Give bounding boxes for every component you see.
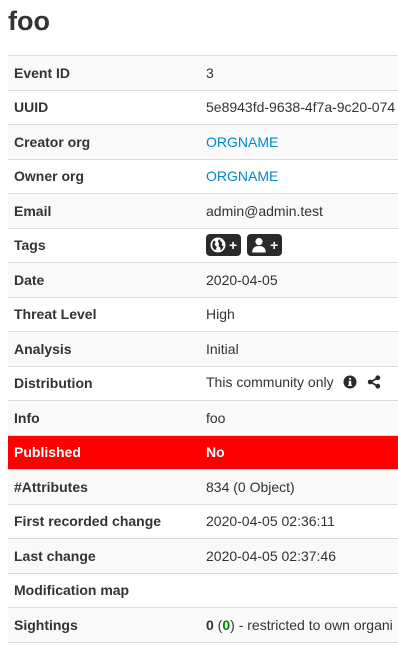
table-row-owner-org: Owner org ORGNAME	[8, 158, 398, 194]
distribution-value: This community only	[206, 374, 334, 391]
threat-level-value: High	[200, 296, 398, 332]
info-circle-icon	[343, 375, 357, 389]
attributes-value: 834 (0 Object)	[200, 469, 398, 504]
row-label: UUID	[8, 89, 200, 125]
sightings-cell: 0 (0) - restricted to own organi	[200, 607, 398, 643]
table-row-analysis: Analysis Initial	[8, 331, 398, 366]
table-row-last-change: Last change 2020-04-05 02:37:46	[8, 538, 398, 573]
creator-org-cell: ORGNAME	[200, 124, 398, 159]
row-label: Info	[8, 400, 200, 435]
row-label: First recorded change	[8, 503, 200, 539]
table-row-sightings: Sightings 0 (0) - restricted to own orga…	[8, 607, 398, 643]
user-icon	[252, 238, 266, 253]
table-row-info: Info foo	[8, 400, 398, 435]
sightings-positive-count: 0	[222, 616, 231, 633]
creator-org-link[interactable]: ORGNAME	[206, 134, 278, 150]
row-label: Published	[8, 434, 200, 470]
row-label: Modification map	[8, 572, 200, 608]
distribution-info-button[interactable]	[343, 375, 357, 392]
row-label: Event ID	[8, 55, 200, 90]
date-value: 2020-04-05	[200, 262, 398, 297]
table-row-published: Published No	[8, 434, 398, 470]
distribution-cell: This community only	[200, 365, 398, 401]
row-label: Last change	[8, 538, 200, 573]
row-label: Tags	[8, 227, 200, 263]
row-label: Email	[8, 193, 200, 228]
plus-label: +	[270, 237, 279, 254]
add-local-tag-button[interactable]: +	[247, 234, 283, 257]
row-label: Date	[8, 262, 200, 297]
row-label: Sightings	[8, 607, 200, 643]
info-value: foo	[200, 400, 398, 435]
last-change-value: 2020-04-05 02:37:46	[200, 538, 398, 573]
uuid-value: 5e8943fd-9638-4f7a-9c20-074	[200, 89, 398, 125]
published-value: No	[200, 434, 398, 470]
event-id-value: 3	[200, 55, 398, 90]
add-global-tag-button[interactable]: +	[206, 234, 242, 257]
table-row-distribution: Distribution This community only	[8, 365, 398, 401]
row-label: Owner org	[8, 158, 200, 194]
table-row-tags: Tags + +	[8, 227, 398, 263]
row-label: Threat Level	[8, 296, 200, 332]
page-title: foo	[8, 6, 50, 36]
share-icon	[368, 375, 381, 389]
owner-org-cell: ORGNAME	[200, 158, 398, 194]
analysis-value: Initial	[200, 331, 398, 366]
table-row-uuid: UUID 5e8943fd-9638-4f7a-9c20-074	[8, 89, 398, 125]
first-recorded-change-value: 2020-04-05 02:36:11	[200, 503, 398, 539]
event-view-page: foo Event ID 3 UUID 5e8943fd-9638-4f7a-9…	[0, 0, 398, 661]
sightings-count: 0	[206, 616, 214, 633]
table-row-event-id: Event ID 3	[8, 55, 398, 90]
table-row-modification-map: Modification map	[8, 572, 398, 608]
row-label: #Attributes	[8, 469, 200, 504]
table-row-first-recorded-change: First recorded change 2020-04-05 02:36:1…	[8, 503, 398, 539]
distribution-graph-button[interactable]	[367, 375, 381, 392]
row-label: Analysis	[8, 331, 200, 366]
owner-org-link[interactable]: ORGNAME	[206, 168, 278, 184]
row-label: Distribution	[8, 365, 200, 401]
row-label: Creator org	[8, 124, 200, 159]
event-metadata-table: Event ID 3 UUID 5e8943fd-9638-4f7a-9c20-…	[8, 55, 398, 643]
table-row-date: Date 2020-04-05	[8, 262, 398, 297]
plus-label: +	[229, 237, 238, 254]
table-row-attributes: #Attributes 834 (0 Object)	[8, 469, 398, 504]
table-row-creator-org: Creator org ORGNAME	[8, 124, 398, 159]
globe-icon	[210, 237, 226, 253]
modification-map-value	[200, 572, 398, 608]
table-row-email: Email admin@admin.test	[8, 193, 398, 228]
sightings-restriction-note: ) - restricted to own organi	[230, 616, 393, 633]
email-value: admin@admin.test	[200, 193, 398, 228]
tags-cell: + +	[200, 227, 398, 263]
table-row-threat-level: Threat Level High	[8, 296, 398, 332]
